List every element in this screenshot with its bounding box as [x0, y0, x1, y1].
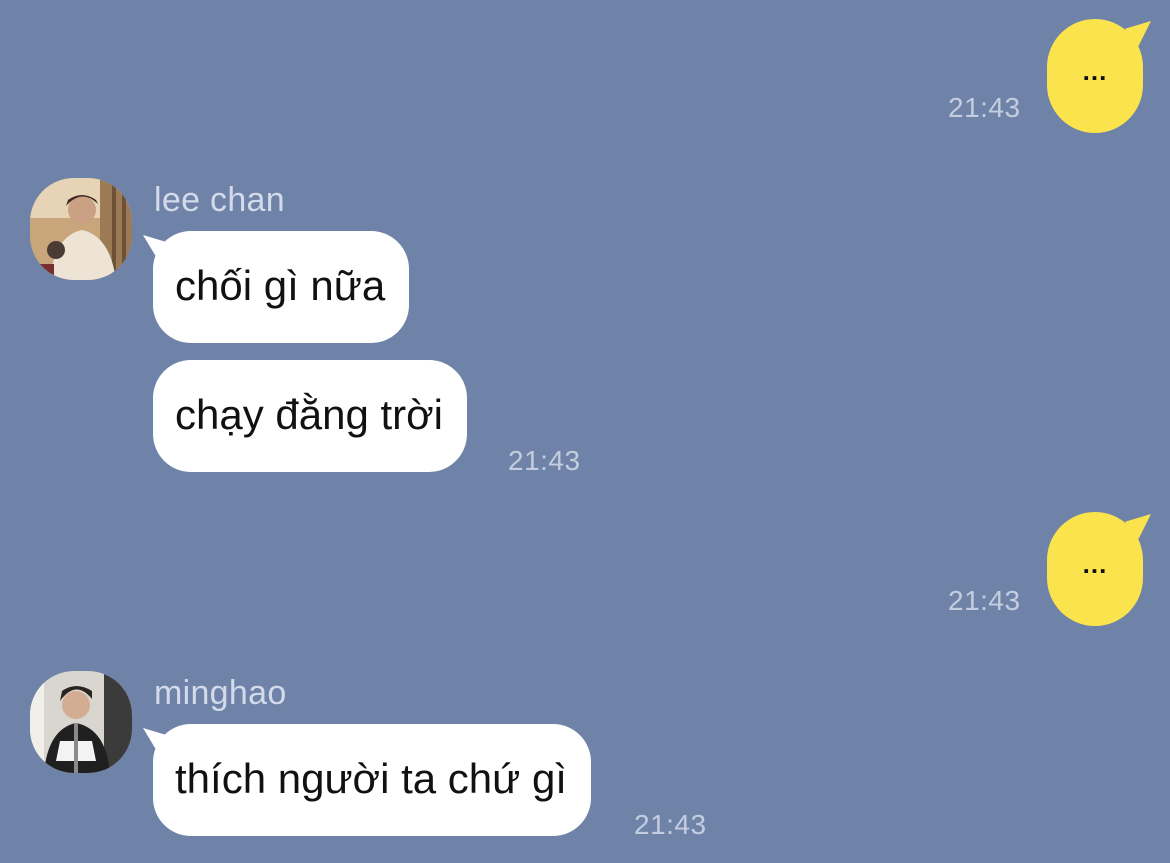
- outgoing-message-bubble[interactable]: ...: [1047, 512, 1143, 626]
- message-timestamp: 21:43: [948, 585, 1021, 616]
- avatar[interactable]: [30, 671, 132, 773]
- avatar-photo-minghao: [30, 671, 132, 773]
- avatar-photo-lee-chan: [30, 178, 132, 280]
- incoming-message-bubble[interactable]: thích người ta chứ gì: [153, 724, 591, 836]
- incoming-message-bubble[interactable]: chối gì nữa: [153, 231, 410, 343]
- message-text: chối gì nữa: [175, 262, 386, 309]
- message-text: thích người ta chứ gì: [175, 755, 567, 802]
- message-timestamp: 21:43: [634, 809, 707, 840]
- avatar[interactable]: [30, 178, 132, 280]
- message-text: ...: [1082, 549, 1108, 579]
- sender-name: lee chan: [154, 181, 285, 219]
- message-text: chạy đằng trời: [175, 391, 444, 438]
- sender-name: minghao: [154, 674, 287, 712]
- message-timestamp: 21:43: [948, 92, 1021, 123]
- chat-area: ... 21:43 lee chan chối gì nữa chạy đằng…: [0, 0, 1170, 863]
- outgoing-message-bubble[interactable]: ...: [1047, 19, 1143, 133]
- message-timestamp: 21:43: [508, 445, 581, 476]
- message-text: ...: [1082, 56, 1108, 86]
- incoming-message-bubble[interactable]: chạy đằng trời: [153, 360, 468, 472]
